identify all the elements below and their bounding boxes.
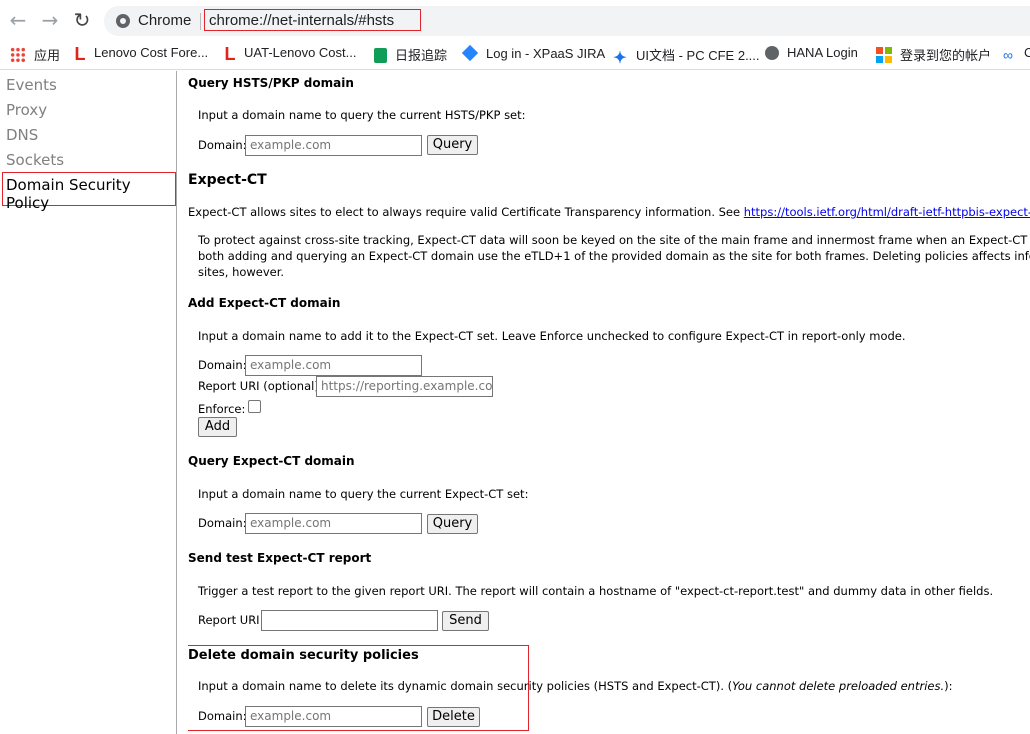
query-ct-title: Query Expect-CT domain <box>188 454 355 468</box>
delete-desc-italic: You cannot delete preloaded entries. <box>732 679 945 693</box>
chrome-chip-label: Chrome <box>138 12 192 29</box>
expect-ct-intro: Expect-CT allows sites to elect to alway… <box>188 205 1030 219</box>
expect-ct-spec-link[interactable]: https://tools.ietf.org/html/draft-ietf-h… <box>744 205 1030 219</box>
reload-icon[interactable]: ↻ <box>70 8 94 32</box>
add-ct-button[interactable]: Add <box>198 417 237 437</box>
lenovo-icon: L <box>224 44 236 64</box>
sidebar-item-proxy[interactable]: Proxy <box>6 101 47 119</box>
bookmark-label: HANA Login <box>787 45 858 60</box>
bookmark-overflow[interactable]: ∞C <box>1000 45 1030 65</box>
lenovo-icon: L <box>74 44 86 64</box>
delete-title: Delete domain security policies <box>188 648 419 663</box>
send-test-desc: Trigger a test report to the given repor… <box>198 584 994 598</box>
delete-button[interactable]: Delete <box>427 707 480 727</box>
sidebar-item-dns[interactable]: DNS <box>6 126 38 144</box>
add-ct-report-label: Report URI (optional): <box>198 379 323 393</box>
add-ct-desc: Input a domain name to add it to the Exp… <box>198 329 906 343</box>
bookmark-label: Lenovo Cost Fore... <box>94 45 209 60</box>
expect-ct-note-line: To protect against cross-site tracking, … <box>198 233 1030 247</box>
bookmark-ui-docs[interactable]: ✦ UI文档 - PC CFE 2.... <box>612 45 760 67</box>
back-arrow-icon[interactable]: ← <box>6 8 30 32</box>
add-ct-title: Add Expect-CT domain <box>188 296 341 310</box>
add-ct-enforce-checkbox[interactable] <box>248 400 261 413</box>
query-hsts-title: Query HSTS/PKP domain <box>188 76 354 90</box>
send-test-report-label: Report URI: <box>198 613 264 627</box>
sheet-icon <box>374 48 387 63</box>
sidebar: Events Proxy DNS Sockets Domain Security… <box>0 71 177 734</box>
delete-domain-input[interactable]: example.com <box>245 706 422 727</box>
expect-ct-note-line: sites, however. <box>198 265 285 279</box>
bookmark-microsoft-login[interactable]: 登录到您的帐户 <box>876 45 991 65</box>
delete-desc-end: ): <box>944 679 953 693</box>
sidebar-item-domain-security-policy[interactable]: Domain Security Policy <box>6 176 176 212</box>
chrome-icon <box>116 14 130 28</box>
jira-icon <box>461 44 479 62</box>
add-ct-domain-label: Domain: <box>198 358 247 372</box>
url-text[interactable]: chrome://net-internals/#hsts <box>209 12 394 29</box>
main-content: Query HSTS/PKP domain Input a domain nam… <box>188 71 1030 734</box>
expect-ct-note-line: both adding and querying an Expect-CT do… <box>198 249 1030 263</box>
bookmark-label: 应用 <box>34 48 61 63</box>
bookmark-label: UI文档 - PC CFE 2.... <box>636 48 760 63</box>
confluence-icon: ✦ <box>613 50 627 67</box>
bookmark-label: UAT-Lenovo Cost... <box>244 45 357 60</box>
add-ct-report-input[interactable]: https://reporting.example.com <box>316 376 493 397</box>
url-highlight[interactable]: chrome://net-internals/#hsts <box>204 9 421 31</box>
delete-desc-start: Input a domain name to delete its dynami… <box>198 679 733 693</box>
apps-grid-icon <box>10 47 26 63</box>
sidebar-item-sockets[interactable]: Sockets <box>6 151 64 169</box>
forward-arrow-icon[interactable]: → <box>38 8 62 32</box>
omnibox-separator <box>200 13 201 30</box>
query-hsts-button[interactable]: Query <box>427 135 478 155</box>
link-icon: ∞ <box>1003 47 1013 63</box>
microsoft-icon <box>876 47 892 63</box>
bookmark-hana-login[interactable]: HANA Login <box>765 45 858 65</box>
query-ct-domain-label: Domain: <box>198 516 247 530</box>
delete-desc: Input a domain name to delete its dynami… <box>198 679 953 693</box>
bookmark-daily-report[interactable]: 日报追踪 <box>374 45 447 65</box>
query-ct-button[interactable]: Query <box>427 514 478 534</box>
query-ct-domain-input[interactable]: example.com <box>245 513 422 534</box>
bookmark-jira[interactable]: Log in - XPaaS JIRA <box>461 44 606 65</box>
bookmark-label: 登录到您的帐户 <box>900 48 992 63</box>
bookmark-apps[interactable]: 应用 <box>10 45 60 65</box>
query-hsts-domain-input[interactable]: example.com <box>245 135 422 156</box>
globe-icon <box>765 46 779 60</box>
address-bar[interactable]: Chrome chrome://net-internals/#hsts <box>104 6 1030 36</box>
bookmark-label: C <box>1024 45 1030 60</box>
bookmarks-bar: 应用 L Lenovo Cost Fore... L UAT-Lenovo Cost… <box>0 40 1030 70</box>
send-test-report-input[interactable] <box>261 610 438 631</box>
sidebar-item-events[interactable]: Events <box>6 76 57 94</box>
add-ct-domain-input[interactable]: example.com <box>245 355 422 376</box>
delete-domain-label: Domain: <box>198 709 247 723</box>
bookmark-uat-lenovo[interactable]: L UAT-Lenovo Cost... <box>224 44 357 65</box>
query-hsts-desc: Input a domain name to query the current… <box>198 108 526 122</box>
browser-toolbar: ← → ↻ Chrome chrome://net-internals/#hst… <box>0 0 1030 40</box>
bookmark-label: 日报追踪 <box>395 48 448 63</box>
query-ct-desc: Input a domain name to query the current… <box>198 487 529 501</box>
query-hsts-domain-label: Domain: <box>198 138 247 152</box>
send-test-title: Send test Expect-CT report <box>188 551 372 565</box>
bookmark-lenovo-cost[interactable]: L Lenovo Cost Fore... <box>74 44 209 65</box>
add-ct-enforce-label: Enforce: <box>198 402 246 416</box>
expect-ct-intro-text: Expect-CT allows sites to elect to alway… <box>188 205 741 219</box>
bookmark-label: Log in - XPaaS JIRA <box>486 46 606 61</box>
expect-ct-title: Expect-CT <box>188 172 267 188</box>
send-test-button[interactable]: Send <box>442 611 489 631</box>
